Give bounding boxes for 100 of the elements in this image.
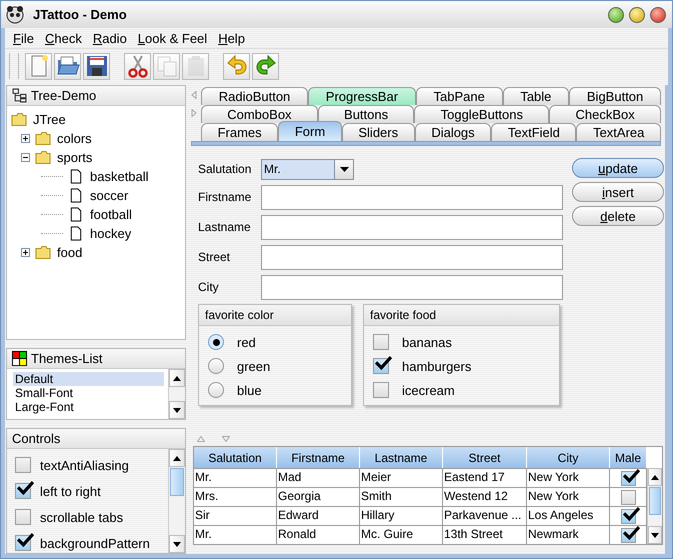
menu-item[interactable]: Help [214, 30, 252, 46]
caret-icon [340, 166, 348, 172]
scroll-down-icon[interactable] [651, 532, 659, 538]
checkbox[interactable] [373, 334, 389, 350]
tab[interactable]: ToggleButtons [414, 105, 550, 123]
theme-list-item[interactable]: Large-Font [13, 400, 164, 414]
tree-item[interactable]: soccer [89, 188, 130, 203]
tab[interactable]: Dialogs [414, 123, 492, 141]
salutation-dropdown[interactable]: Mr. [261, 158, 354, 180]
tree-item[interactable]: sports [56, 150, 94, 165]
tab[interactable]: Form [278, 121, 342, 141]
radio-label: blue [237, 382, 262, 398]
text-field[interactable] [261, 274, 563, 300]
form-button[interactable]: delete [572, 206, 664, 226]
checkbox-label: textAntiAliasing [40, 458, 129, 472]
expand-icon[interactable] [21, 134, 30, 143]
radio-button[interactable] [208, 334, 224, 350]
menu-item[interactable]: Look & Feel [134, 30, 214, 46]
form-button[interactable]: update [572, 158, 664, 178]
tab[interactable]: RadioButton [201, 87, 308, 105]
open-button[interactable] [54, 52, 81, 80]
scrollbar[interactable] [168, 369, 185, 419]
form-button[interactable]: insert [572, 182, 664, 202]
tab[interactable]: Buttons [318, 105, 414, 123]
table-cell: Ronald [277, 526, 360, 544]
checkbox[interactable] [373, 358, 389, 374]
column-header[interactable]: Lastname [360, 447, 443, 468]
tab[interactable]: TextArea [576, 123, 661, 141]
radio-button[interactable] [208, 358, 224, 374]
scrollbar-thumb[interactable] [649, 487, 661, 515]
table-cell: Eastend 17 [443, 469, 527, 487]
text-field[interactable] [261, 214, 563, 240]
tab[interactable]: ProgressBar [308, 87, 416, 105]
document-icon [68, 169, 84, 184]
checkbox-label: left to right [40, 484, 101, 498]
table-cell: Edward [277, 507, 360, 525]
scrollbar[interactable] [168, 449, 185, 553]
field-label: Salutation [198, 162, 252, 176]
new-button[interactable] [25, 52, 52, 80]
scroll-down-icon[interactable] [173, 408, 181, 412]
tab[interactable]: TabPane [416, 87, 503, 105]
theme-list-item[interactable]: Default [13, 372, 164, 386]
tree-item[interactable]: food [56, 245, 84, 260]
scroll-down-icon[interactable] [173, 542, 181, 546]
cut-button[interactable] [124, 52, 151, 80]
column-header[interactable]: Firstname [277, 447, 360, 468]
tab[interactable]: ComboBox [201, 105, 318, 123]
scroll-up-icon[interactable] [651, 474, 659, 480]
tab[interactable]: BigButton [569, 87, 662, 105]
scroll-up-icon[interactable] [173, 456, 181, 460]
menu-item[interactable]: File [9, 30, 41, 46]
checkbox-label: icecream [402, 382, 455, 398]
radio-button[interactable] [208, 382, 224, 398]
scrollbar-thumb[interactable] [170, 468, 184, 496]
tree-icon [12, 88, 27, 103]
folder-icon [35, 131, 51, 146]
table-cell: Los Angeles [527, 507, 610, 525]
undo-button[interactable] [223, 52, 250, 80]
document-icon [68, 226, 84, 241]
tab[interactable]: Frames [201, 123, 278, 141]
column-header[interactable]: City [527, 447, 610, 468]
checkbox[interactable] [15, 483, 31, 499]
checkbox[interactable] [15, 509, 31, 525]
table-cell: Westend 12 [443, 488, 527, 506]
theme-list-item[interactable]: Small-Font [13, 386, 164, 400]
tree-item[interactable]: basketball [89, 169, 150, 184]
redo-button[interactable] [252, 52, 279, 80]
column-header[interactable]: Street [443, 447, 527, 468]
maximize-button[interactable] [629, 6, 645, 22]
table-cell: Parkavenue ... [443, 507, 527, 525]
tab[interactable]: Table [502, 87, 570, 105]
scroll-up-icon[interactable] [173, 376, 181, 380]
checkbox[interactable] [373, 382, 389, 398]
menu-item[interactable]: Radio [88, 30, 134, 46]
tree-item[interactable]: JTree [32, 112, 67, 127]
text-field[interactable] [261, 244, 563, 270]
checkbox[interactable] [15, 535, 31, 551]
expand-icon[interactable] [21, 248, 30, 257]
checkbox[interactable] [620, 490, 636, 504]
checkbox[interactable] [15, 457, 31, 473]
close-button[interactable] [650, 6, 666, 22]
toolbar-grip[interactable] [9, 53, 19, 79]
tab[interactable]: CheckBox [549, 105, 661, 123]
column-header[interactable]: Salutation [194, 447, 277, 468]
tree-item[interactable]: football [89, 207, 133, 222]
tree-item[interactable]: colors [56, 131, 93, 146]
save-button[interactable] [83, 52, 110, 80]
collapse-icon[interactable] [21, 153, 30, 162]
column-header[interactable]: Male [610, 447, 647, 468]
minimize-button[interactable] [608, 6, 624, 22]
field-label: Street [198, 250, 232, 264]
table-cell: Newmark [527, 526, 610, 544]
checkbox-label: hamburgers [402, 358, 472, 374]
tree-item[interactable]: hockey [89, 226, 132, 241]
scrollbar[interactable] [647, 468, 662, 544]
tab[interactable]: Sliders [342, 123, 415, 141]
table-cell: Hillary [360, 507, 443, 525]
tab[interactable]: TextField [491, 123, 576, 141]
menu-item[interactable]: Check [40, 30, 89, 46]
text-field[interactable] [261, 184, 563, 210]
